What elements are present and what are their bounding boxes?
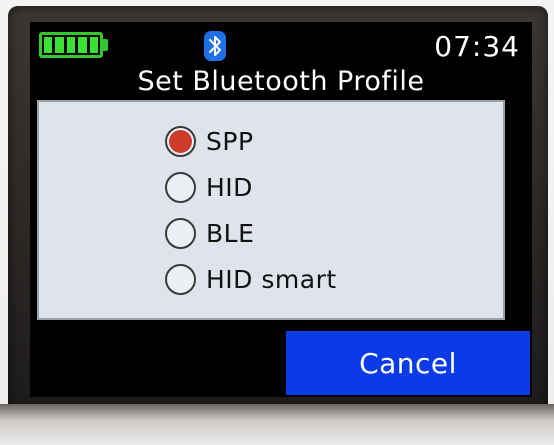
profile-option-list: SPP HID BLE HID smart <box>165 122 337 298</box>
battery-tip <box>103 39 108 51</box>
option-label: BLE <box>206 218 255 248</box>
lcd-screen: 07:34 Set Bluetooth Profile SPP HID BLE <box>30 22 532 397</box>
option-hid-smart[interactable]: HID smart <box>165 260 337 298</box>
option-label: SPP <box>206 126 254 156</box>
device-housing-edge <box>0 404 554 445</box>
option-spp[interactable]: SPP <box>165 122 337 160</box>
option-label: HID smart <box>206 264 337 294</box>
bluetooth-icon <box>204 31 226 61</box>
option-label: HID <box>206 172 253 202</box>
radio-button-selected[interactable] <box>165 125 196 157</box>
device-photo: 07:34 Set Bluetooth Profile SPP HID BLE <box>0 0 554 445</box>
option-ble[interactable]: BLE <box>165 214 337 252</box>
cancel-button[interactable]: Cancel <box>286 331 530 395</box>
battery-full-icon <box>39 32 103 58</box>
radio-selected-dot <box>169 129 192 153</box>
radio-button[interactable] <box>165 217 196 249</box>
clock-time: 07:34 <box>434 30 520 63</box>
profile-options-panel: SPP HID BLE HID smart <box>37 100 505 320</box>
option-hid[interactable]: HID <box>165 168 337 206</box>
radio-button[interactable] <box>165 263 196 295</box>
radio-button[interactable] <box>165 171 196 203</box>
dialog-title: Set Bluetooth Profile <box>137 66 425 97</box>
